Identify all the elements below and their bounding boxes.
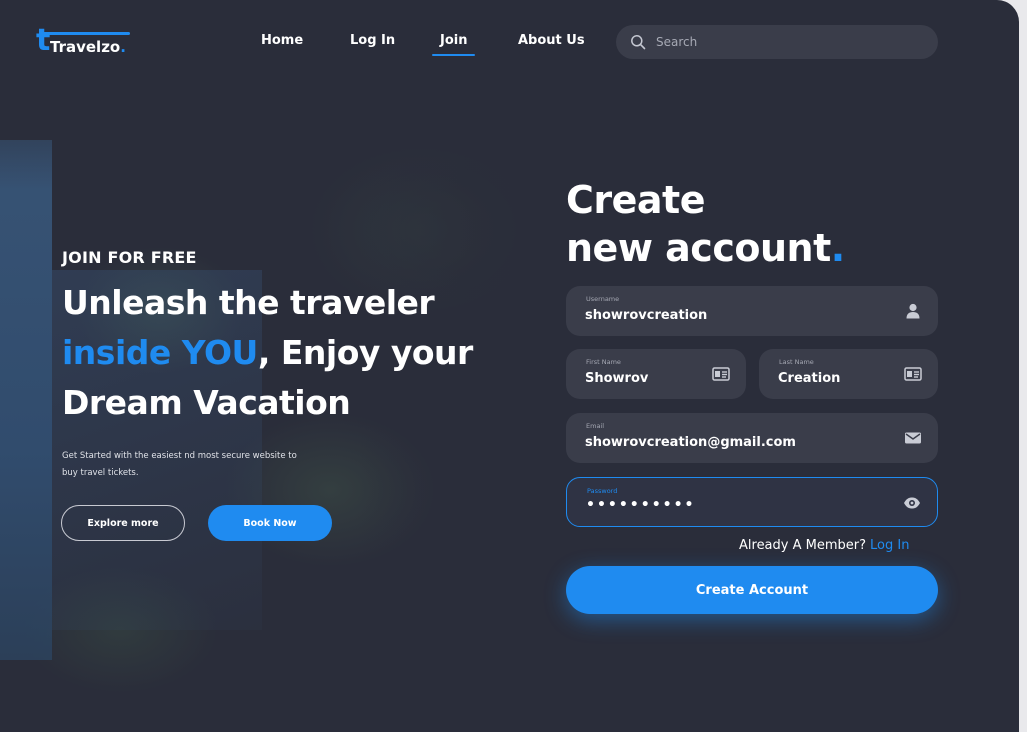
logo-bar [42, 32, 130, 35]
nav-login[interactable]: Log In [350, 33, 395, 48]
password-field[interactable]: Password •••••••••• [566, 477, 938, 527]
id-card-icon [904, 367, 922, 381]
username-input[interactable] [585, 308, 846, 323]
create-account-button[interactable]: Create Account [566, 566, 938, 614]
login-link[interactable]: Log In [870, 538, 909, 553]
hero-eyebrow: JOIN FOR FREE [62, 248, 197, 267]
form-title: Create new account. [566, 178, 845, 270]
eye-icon[interactable] [903, 494, 921, 512]
hero-headline: Unleash the traveler inside YOU, Enjoy y… [62, 283, 473, 422]
hero-subtext: Get Started with the easiest nd most sec… [62, 451, 297, 478]
mail-icon [905, 432, 921, 444]
email-field[interactable]: Email [566, 413, 938, 463]
first-name-label: First Name [586, 358, 621, 366]
app-window: t Travelzo. Home Log In Join About Us JO… [0, 0, 1019, 732]
already-member-text: Already A Member? Log In [739, 538, 910, 553]
username-field[interactable]: Username [566, 286, 938, 336]
search-bar[interactable] [616, 25, 938, 59]
first-name-input[interactable] [585, 371, 711, 386]
last-name-input[interactable] [778, 371, 904, 386]
nav-home[interactable]: Home [261, 33, 303, 48]
last-name-field[interactable]: Last Name [759, 349, 938, 399]
last-name-label: Last Name [779, 358, 814, 366]
nav-join[interactable]: Join [431, 33, 477, 56]
logo-mark: t [36, 23, 51, 58]
nav-about-us[interactable]: About Us [518, 33, 585, 48]
id-card-icon [712, 367, 730, 381]
search-input[interactable] [656, 25, 926, 59]
username-label: Username [586, 295, 620, 303]
search-icon [631, 35, 646, 50]
password-label: Password [587, 487, 618, 495]
email-label: Email [586, 422, 605, 430]
logo[interactable]: t Travelzo. [36, 26, 136, 58]
logo-text: Travelzo. [50, 38, 126, 56]
first-name-field[interactable]: First Name [566, 349, 746, 399]
explore-more-button[interactable]: Explore more [61, 505, 185, 541]
book-now-button[interactable]: Book Now [208, 505, 332, 541]
user-icon [906, 303, 920, 319]
email-input[interactable] [585, 435, 846, 450]
password-input[interactable]: •••••••••• [586, 497, 845, 513]
hero-headline-accent: inside YOU [62, 333, 258, 372]
